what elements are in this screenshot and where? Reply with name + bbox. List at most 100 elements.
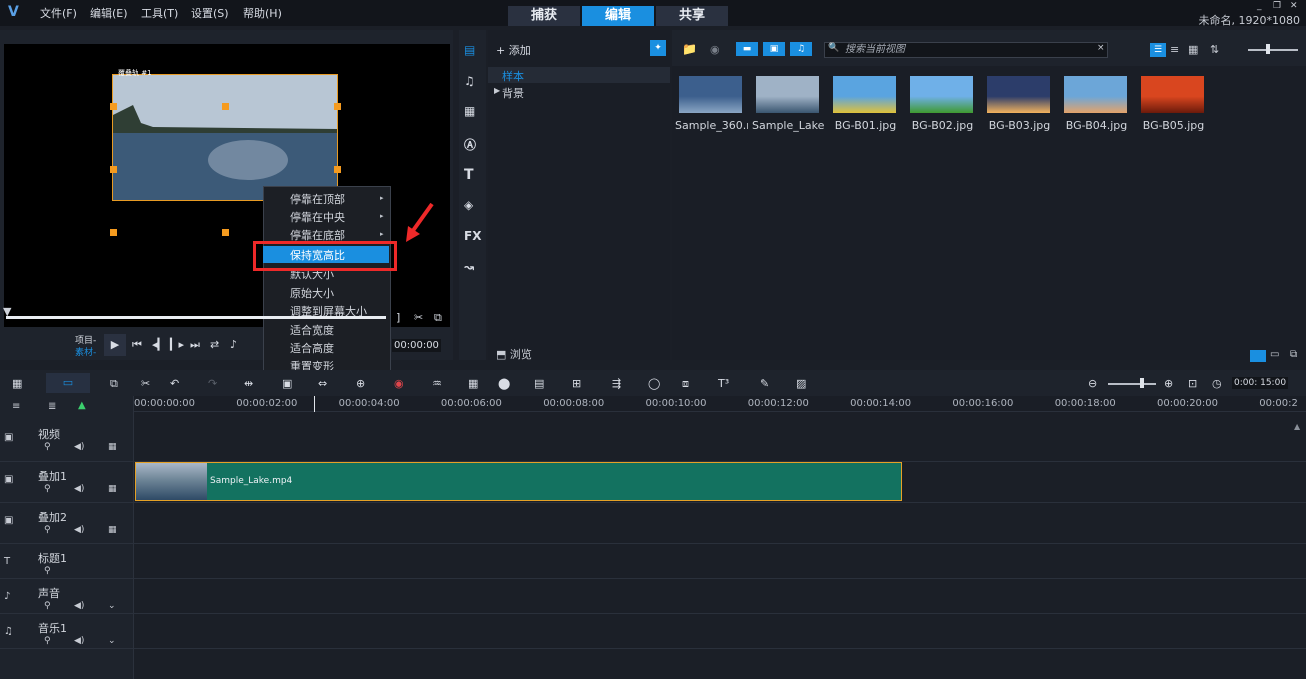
volume-icon[interactable]: ◀) [74, 601, 84, 611]
timeline-ruler[interactable] [134, 396, 1306, 412]
restore-icon[interactable]: ❐ [1273, 1, 1281, 11]
storyboard-view-icon[interactable]: ▦ [12, 377, 22, 390]
play-icon[interactable]: ▶ [104, 334, 126, 356]
show-photo-icon[interactable]: ▣ [763, 42, 785, 56]
resize-handle[interactable] [110, 229, 117, 236]
context-menu-item[interactable]: 原始大小 [290, 285, 334, 301]
3d-title-icon[interactable]: T³ [718, 377, 729, 390]
library-thumbnail[interactable]: BG-B04.jpg [1060, 74, 1133, 132]
mark-out-icon[interactable]: ] [396, 311, 400, 324]
browse-button[interactable]: ⬒ 浏览 [496, 346, 532, 362]
fit-icon[interactable]: ⇹ [244, 377, 253, 390]
enlarge-preview-icon[interactable]: ⧉ [434, 311, 442, 325]
home-icon[interactable]: ⏮ [132, 338, 142, 352]
redo-icon[interactable]: ↷ [208, 377, 217, 390]
ripple-link-icon[interactable]: ⚲ [44, 636, 51, 646]
context-menu-item[interactable]: 适合宽度 [290, 322, 334, 338]
library-thumbnail[interactable]: BG-B03.jpg [983, 74, 1056, 132]
crop-icon[interactable]: ▣ [282, 377, 292, 390]
timeline-track[interactable] [0, 503, 1306, 544]
tab-capture[interactable]: 捕获 [508, 6, 580, 26]
ripple-link-icon[interactable]: ⚲ [44, 525, 51, 535]
split-clip-icon[interactable]: ✂ [414, 311, 423, 324]
ripple-link-icon[interactable]: ⚲ [44, 442, 51, 452]
zoom-in-icon[interactable]: ⊕ [1164, 377, 1173, 390]
tab-share[interactable]: 共享 [656, 6, 728, 26]
transform-icon[interactable]: ⊕ [356, 377, 365, 390]
record-capture-icon[interactable]: ◉ [394, 377, 404, 390]
timeline-view-icon[interactable]: ▭ [46, 373, 90, 393]
paint-icon[interactable]: ✎ [760, 377, 769, 390]
details-view-icon[interactable]: ≡ [1170, 43, 1179, 56]
add-folder-button[interactable]: + 添加 [496, 42, 531, 58]
subtitle-icon[interactable]: ▤ [534, 377, 544, 390]
context-menu-item[interactable]: 停靠在中央 [290, 209, 345, 225]
menu-tools[interactable]: 工具(T) [141, 5, 178, 21]
menu-edit[interactable]: 编辑(E) [90, 5, 128, 21]
track-manager-small-icon[interactable]: ≡ [12, 401, 20, 412]
context-menu-item[interactable]: 适合高度 [290, 340, 334, 356]
timecode-display[interactable]: 00:00:00 [392, 339, 441, 352]
options-icon[interactable]: ⧉ [1290, 349, 1297, 360]
cue-marker-icon[interactable]: ▲ [78, 400, 86, 411]
volume-icon[interactable]: ◀) [74, 484, 84, 494]
resize-handle[interactable] [334, 103, 341, 110]
library-thumbnail[interactable]: Sample_360.m... [675, 74, 748, 132]
zoom-slider[interactable] [1108, 383, 1156, 385]
zoom-out-icon[interactable]: ⊖ [1088, 377, 1097, 390]
volume-icon[interactable]: ◀) [74, 442, 84, 452]
pan-zoom-icon[interactable]: ⧈ [682, 377, 689, 391]
library-view-icon[interactable] [1250, 350, 1266, 362]
media-icon[interactable]: ▤ [464, 43, 475, 57]
volume-icon[interactable]: ◀) [74, 525, 84, 535]
screen-recorder-icon[interactable]: ▨ [796, 377, 806, 390]
import-folder-icon[interactable]: 📁 [682, 42, 697, 56]
library-thumbnail[interactable]: Sample_Lake... [752, 74, 825, 132]
timeline-track[interactable] [0, 544, 1306, 579]
audio-mixer-icon[interactable]: ♒ [432, 377, 442, 390]
undo-icon[interactable]: ↶ [170, 377, 179, 390]
preview-scrub-bar[interactable] [6, 316, 386, 319]
show-video-icon[interactable]: ▬ [736, 42, 758, 56]
resize-handle[interactable] [110, 166, 117, 173]
ripple-link-icon[interactable]: ⚲ [44, 484, 51, 494]
thumbnail-view-icon[interactable]: ▦ [1188, 43, 1198, 56]
ripple-link-icon[interactable]: ⚲ [44, 566, 51, 576]
library-thumbnail[interactable]: BG-B05.jpg [1137, 74, 1210, 132]
expand-arrow-icon[interactable]: ▶ [494, 86, 500, 95]
resize-handle[interactable] [222, 103, 229, 110]
title-icon[interactable]: Ⓐ [464, 136, 476, 153]
previous-frame-icon[interactable]: ◂▎ [152, 338, 166, 351]
split-screen-icon[interactable]: ⊞ [572, 377, 581, 390]
search-input[interactable]: 搜索当前视图 [824, 42, 1108, 58]
tools-icon[interactable]: ✂ [141, 377, 150, 390]
pin-icon[interactable]: ✦ [650, 40, 666, 56]
slider-knob[interactable] [1266, 44, 1270, 54]
record-icon[interactable]: ◉ [710, 43, 720, 56]
clear-search-icon[interactable]: × [1097, 43, 1105, 53]
volume-icon[interactable]: ◀) [74, 636, 84, 646]
timeline-track[interactable] [0, 579, 1306, 614]
transition-icon[interactable]: ▦ [464, 104, 475, 118]
motion-icon[interactable]: ⇶ [612, 377, 621, 390]
stretch-icon[interactable]: ⇔ [318, 377, 327, 390]
close-icon[interactable]: ✕ [1290, 1, 1298, 11]
tab-edit[interactable]: 编辑 [582, 6, 654, 26]
zoom-slider-knob[interactable] [1140, 378, 1144, 388]
volume-icon[interactable]: ♪ [230, 338, 237, 351]
loop-icon[interactable]: ◯ [648, 377, 660, 390]
instant-project-icon[interactable]: ♫ [464, 74, 475, 88]
timeline-track[interactable] [0, 614, 1306, 649]
playhead[interactable] [314, 396, 315, 412]
timeline-clip[interactable]: Sample_Lake.mp4 [135, 462, 902, 501]
graphics-icon[interactable]: ◈ [464, 198, 473, 212]
minimize-icon[interactable]: _ [1257, 1, 1262, 11]
list-view-icon[interactable]: ☰ [1150, 43, 1166, 57]
ripple-link-icon[interactable]: ⚲ [44, 601, 51, 611]
resize-handle[interactable] [222, 229, 229, 236]
grid-icon[interactable]: ▦ [108, 484, 117, 494]
track-manager-icon[interactable]: ⧉ [110, 377, 118, 391]
grid-icon[interactable]: ▦ [108, 442, 117, 452]
library-thumbnail[interactable]: BG-B01.jpg [829, 74, 902, 132]
expand-icon[interactable]: ⌄ [108, 601, 116, 611]
